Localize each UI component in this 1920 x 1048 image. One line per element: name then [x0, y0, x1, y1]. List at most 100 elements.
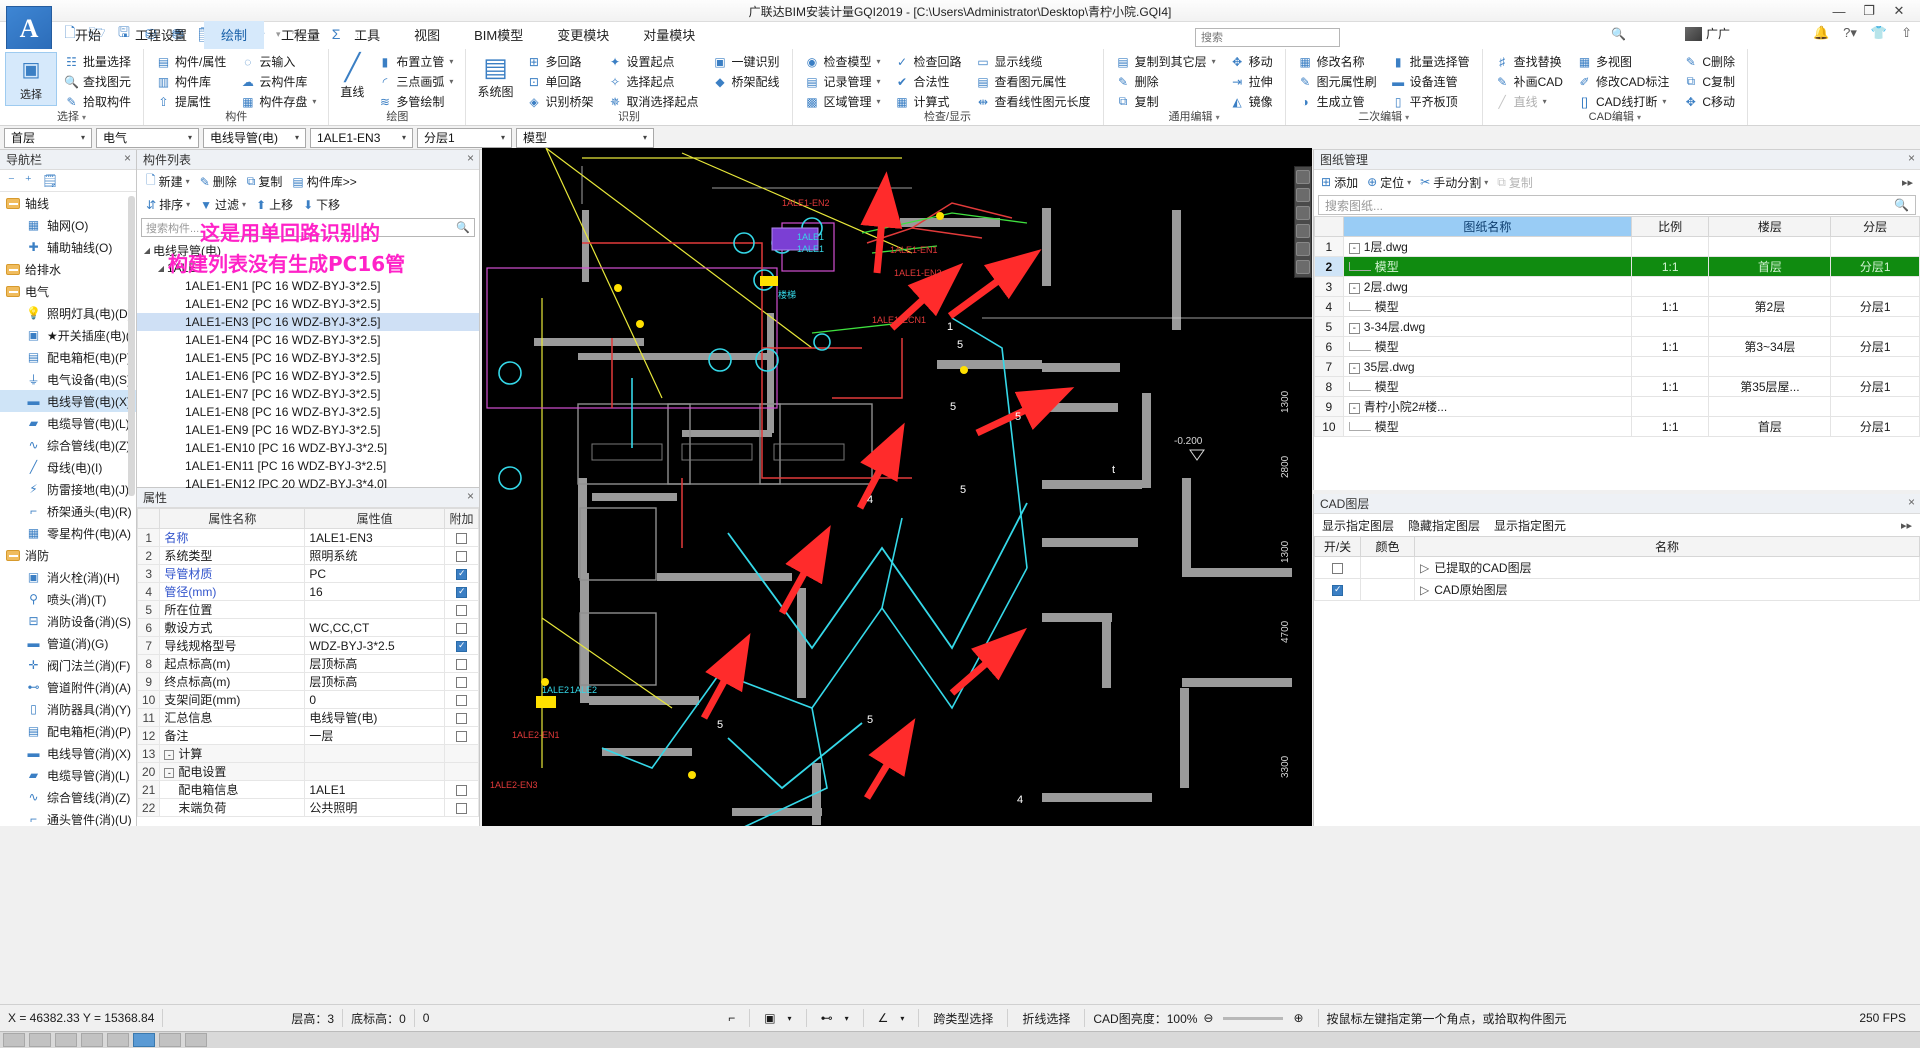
riser-layout-button[interactable]: ▮ 布置立管 ▾	[373, 52, 457, 71]
component-item[interactable]: 1ALE1-EN3 [PC 16 WDZ-BYJ-3*2.5]	[137, 313, 479, 331]
component-search[interactable]: 搜索构件... 🔍	[141, 218, 475, 237]
property-value[interactable]: 一层	[304, 726, 445, 745]
tab-6[interactable]: BIM模型	[457, 21, 540, 49]
component-item[interactable]: 1ALE1-EN9 [PC 16 WDZ-BYJ-3*2.5]	[137, 421, 479, 439]
select-start-button[interactable]: ✧ 选择起点	[603, 72, 702, 91]
nav-item-busbar[interactable]: ╱ 母线(电)(I)	[0, 456, 136, 478]
drawing-table-row[interactable]: 4 模型 1:1 第2层 分层1	[1314, 296, 1920, 317]
expand-icon[interactable]: -	[1348, 243, 1360, 254]
property-extra-checkbox[interactable]	[444, 690, 479, 709]
multi-pipe-draw-button[interactable]: ≋ 多管绘制	[373, 92, 457, 111]
drawing-table-row[interactable]: 5-3-34层.dwg	[1314, 316, 1920, 337]
property-value[interactable]: 电线导管(电)	[304, 708, 445, 727]
chevron-down-icon[interactable]: ▾	[186, 200, 190, 209]
chevron-down-icon[interactable]: ▾	[1484, 178, 1488, 187]
property-value[interactable]: 16	[304, 582, 445, 601]
nav-item-pipe-accessory[interactable]: ⊷ 管道附件(消)(A)	[0, 676, 136, 698]
checkbox[interactable]	[456, 550, 467, 562]
drawing-name[interactable]: 模型	[1342, 256, 1632, 277]
brightness-decrease-button[interactable]: ⊖	[1197, 1009, 1219, 1027]
record-manage-button[interactable]: ▤ 记录管理 ▾	[801, 72, 885, 91]
component-item[interactable]: 1ALE1-EN7 [PC 16 WDZ-BYJ-3*2.5]	[137, 385, 479, 403]
taskbar-item-active[interactable]	[133, 1033, 155, 1047]
chevron-down-icon[interactable]: ▾	[639, 133, 651, 142]
component-tree-root[interactable]: ◢ 电线导管(电)	[137, 241, 479, 259]
cad-canvas[interactable]: 1ALE1 1ALE1 1ALE2 1ALE2 楼梯 1ALE1-EN2 1AL…	[482, 148, 1312, 826]
grid-icon[interactable]: ▣	[758, 1009, 781, 1027]
minimize-button[interactable]: —	[1824, 0, 1854, 22]
c-copy-button[interactable]: ⧉ C复制	[1679, 72, 1739, 91]
component-type-select[interactable]: 电线导管(电) ▾	[203, 127, 306, 148]
nav-item-fire-box[interactable]: ▤ 配电箱柜(消)(P)	[0, 720, 136, 742]
multi-view-button[interactable]: ▦ 多视图	[1573, 52, 1673, 71]
drawing-table-row[interactable]: 8 模型 1:1 第35层屋... 分层1	[1314, 376, 1920, 397]
break-cad-line-button[interactable]: [] CAD线打断 ▾	[1573, 92, 1673, 111]
property-value[interactable]	[304, 600, 445, 619]
batch-select-pipe-button[interactable]: ▮ 批量选择管	[1387, 52, 1474, 71]
drawing-name[interactable]: 模型	[1342, 296, 1632, 317]
component-item[interactable]: 1ALE1-EN11 [PC 16 WDZ-BYJ-3*2.5]	[137, 457, 479, 475]
expand-icon[interactable]: -	[1348, 323, 1360, 334]
restore-button[interactable]: ❐	[1854, 0, 1884, 22]
property-extra-checkbox[interactable]	[444, 672, 479, 691]
component-item[interactable]: 1ALE1-EN1 [PC 16 WDZ-BYJ-3*2.5]	[137, 277, 479, 295]
component-tree-group[interactable]: ◢ 1ALE1	[137, 259, 479, 277]
close-icon[interactable]: ×	[467, 489, 474, 503]
object-snap-icon[interactable]: ⊷	[815, 1009, 839, 1027]
nav-item-cable-conduit[interactable]: ▰ 电缆导管(电)(L)	[0, 412, 136, 434]
drawing-table-row[interactable]: 6 模型 1:1 第3~34层 分层1	[1314, 336, 1920, 357]
layer-toggle[interactable]	[1314, 578, 1361, 601]
chevron-down-icon[interactable]: ◢	[141, 246, 153, 255]
nav-item-pipe[interactable]: ▬ 管道(消)(G)	[0, 632, 136, 654]
library-button[interactable]: ▤ 构件库>>	[288, 172, 360, 191]
property-row[interactable]: 6 敷设方式 WC,CC,CT	[136, 618, 479, 637]
nav-item-composite-pipeline[interactable]: ∿ 综合管线(电)(Z)	[0, 434, 136, 456]
expand-icon[interactable]: ⁺	[25, 173, 32, 189]
view-front-icon[interactable]	[1296, 224, 1310, 238]
nav-item-fire-composite[interactable]: ∿ 综合管线(消)(Z)	[0, 786, 136, 808]
ortho-icon[interactable]: ⌐	[722, 1009, 741, 1027]
component-item[interactable]: 1ALE1-EN4 [PC 16 WDZ-BYJ-3*2.5]	[137, 331, 479, 349]
mirror-button[interactable]: ◭ 镜像	[1226, 92, 1277, 111]
nav-item-lightning-ground[interactable]: ⚡ 防雷接地(电)(J)	[0, 478, 136, 500]
property-extra-checkbox[interactable]	[444, 708, 479, 727]
cad-layer-tool[interactable]: 隐藏指定图层	[1408, 517, 1480, 534]
polar-icon[interactable]: ∠	[872, 1009, 895, 1027]
nav-item-lighting-fixture[interactable]: 💡 照明灯具(电)(D)	[0, 302, 136, 324]
property-value[interactable]	[304, 744, 445, 763]
checkbox[interactable]	[456, 586, 467, 598]
draw-cad-button[interactable]: ✎ 补画CAD	[1491, 72, 1567, 91]
region-manage-button[interactable]: ▩ 区域管理 ▾	[801, 92, 885, 111]
tray-wiring-button[interactable]: ◆ 桥架配线	[708, 72, 783, 91]
nav-item-fire-cable-conduit[interactable]: ▰ 电缆导管(消)(L)	[0, 764, 136, 786]
property-value[interactable]: 1ALE1	[304, 780, 445, 799]
layer-select[interactable]: 分层1 ▾	[417, 127, 512, 148]
system-diagram-button[interactable]: ▤ 系统图	[471, 52, 519, 100]
edit-icon[interactable]: 🗒	[42, 173, 59, 189]
view-length-button[interactable]: ⇹ 查看线性图元长度	[972, 92, 1095, 111]
nav-group-给排水[interactable]: 给排水	[0, 258, 136, 280]
drawing-col-3[interactable]: 楼层	[1708, 216, 1832, 237]
nav-item-fire-fitting[interactable]: ⌐ 通头管件(消)(U)	[0, 808, 136, 826]
show-cable-button[interactable]: ▭ 显示线缆	[972, 52, 1095, 71]
taskbar-item[interactable]	[81, 1033, 103, 1047]
property-extra-checkbox[interactable]	[444, 564, 479, 583]
find-replace-button[interactable]: ♯ 查找替换	[1491, 52, 1567, 71]
tab-5[interactable]: 视图	[397, 21, 457, 49]
property-row[interactable]: 12 备注 一层	[136, 726, 479, 745]
property-row[interactable]: 22 末端负荷 公共照明	[136, 798, 479, 817]
close-icon[interactable]: ×	[1908, 495, 1915, 509]
property-extra-checkbox[interactable]	[444, 528, 479, 547]
checkbox[interactable]	[456, 676, 467, 688]
expand-icon[interactable]: -	[164, 768, 175, 778]
check-model-button[interactable]: ◉ 检查模型 ▾	[801, 52, 885, 71]
edit-cad-dim-button[interactable]: ✐ 修改CAD标注	[1573, 72, 1673, 91]
view-3d-icon[interactable]	[1296, 188, 1310, 202]
property-extra-checkbox[interactable]	[444, 654, 479, 673]
drawing-name[interactable]: -35层.dwg	[1342, 356, 1632, 377]
checkbox[interactable]	[456, 802, 467, 814]
generate-riser-button[interactable]: ◑ 生成立管	[1294, 92, 1381, 111]
tab-1[interactable]: 工程设置	[118, 21, 204, 49]
check-loop-button[interactable]: ✓ 检查回路	[891, 52, 966, 71]
drawing-col-0[interactable]	[1314, 216, 1344, 237]
